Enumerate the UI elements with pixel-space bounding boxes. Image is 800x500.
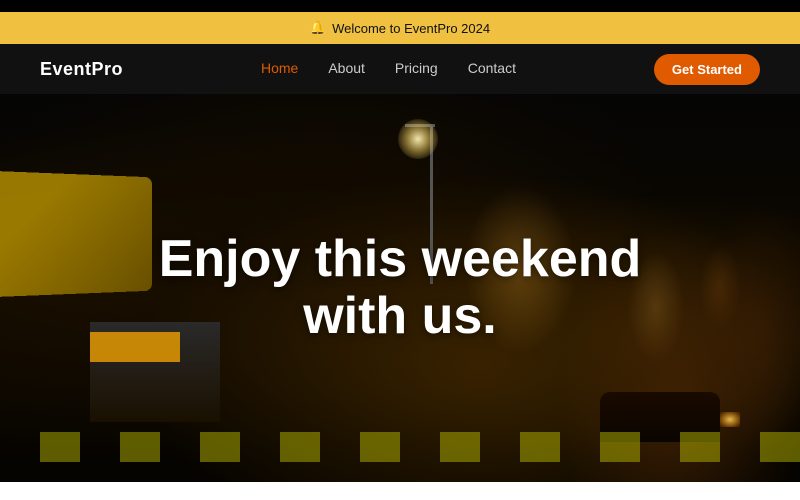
navbar: EventPro Home About Pricing Contact Get … [0, 44, 800, 94]
nav-link-home[interactable]: Home [261, 60, 298, 76]
announcement-text: Welcome to EventPro 2024 [332, 21, 490, 36]
street-light-glow [398, 119, 438, 159]
get-started-button[interactable]: Get Started [654, 54, 760, 85]
hero-title: Enjoy this weekend with us. [159, 231, 642, 345]
announcement-icon: 🔔 [310, 20, 326, 36]
announcement-bar: 🔔 Welcome to EventPro 2024 [0, 12, 800, 44]
nav-link-pricing[interactable]: Pricing [395, 60, 438, 76]
nav-item-pricing[interactable]: Pricing [395, 60, 438, 78]
nav-item-contact[interactable]: Contact [468, 60, 516, 78]
nav-item-about[interactable]: About [328, 60, 365, 78]
nav-item-home[interactable]: Home [261, 60, 298, 78]
top-black-bar [0, 0, 800, 12]
hero-title-line2: with us. [303, 287, 497, 345]
hero-title-line1: Enjoy this weekend [159, 230, 642, 288]
nav-link-about[interactable]: About [328, 60, 365, 76]
car-headlight-decoration [720, 412, 740, 427]
road-marking-decoration [0, 432, 800, 462]
hero-content: Enjoy this weekend with us. [159, 231, 642, 345]
bus-decoration [0, 170, 152, 297]
hero-section: Enjoy this weekend with us. [0, 94, 800, 482]
nav-links: Home About Pricing Contact [261, 60, 516, 78]
nav-logo: EventPro [40, 59, 123, 80]
nav-link-contact[interactable]: Contact [468, 60, 516, 76]
